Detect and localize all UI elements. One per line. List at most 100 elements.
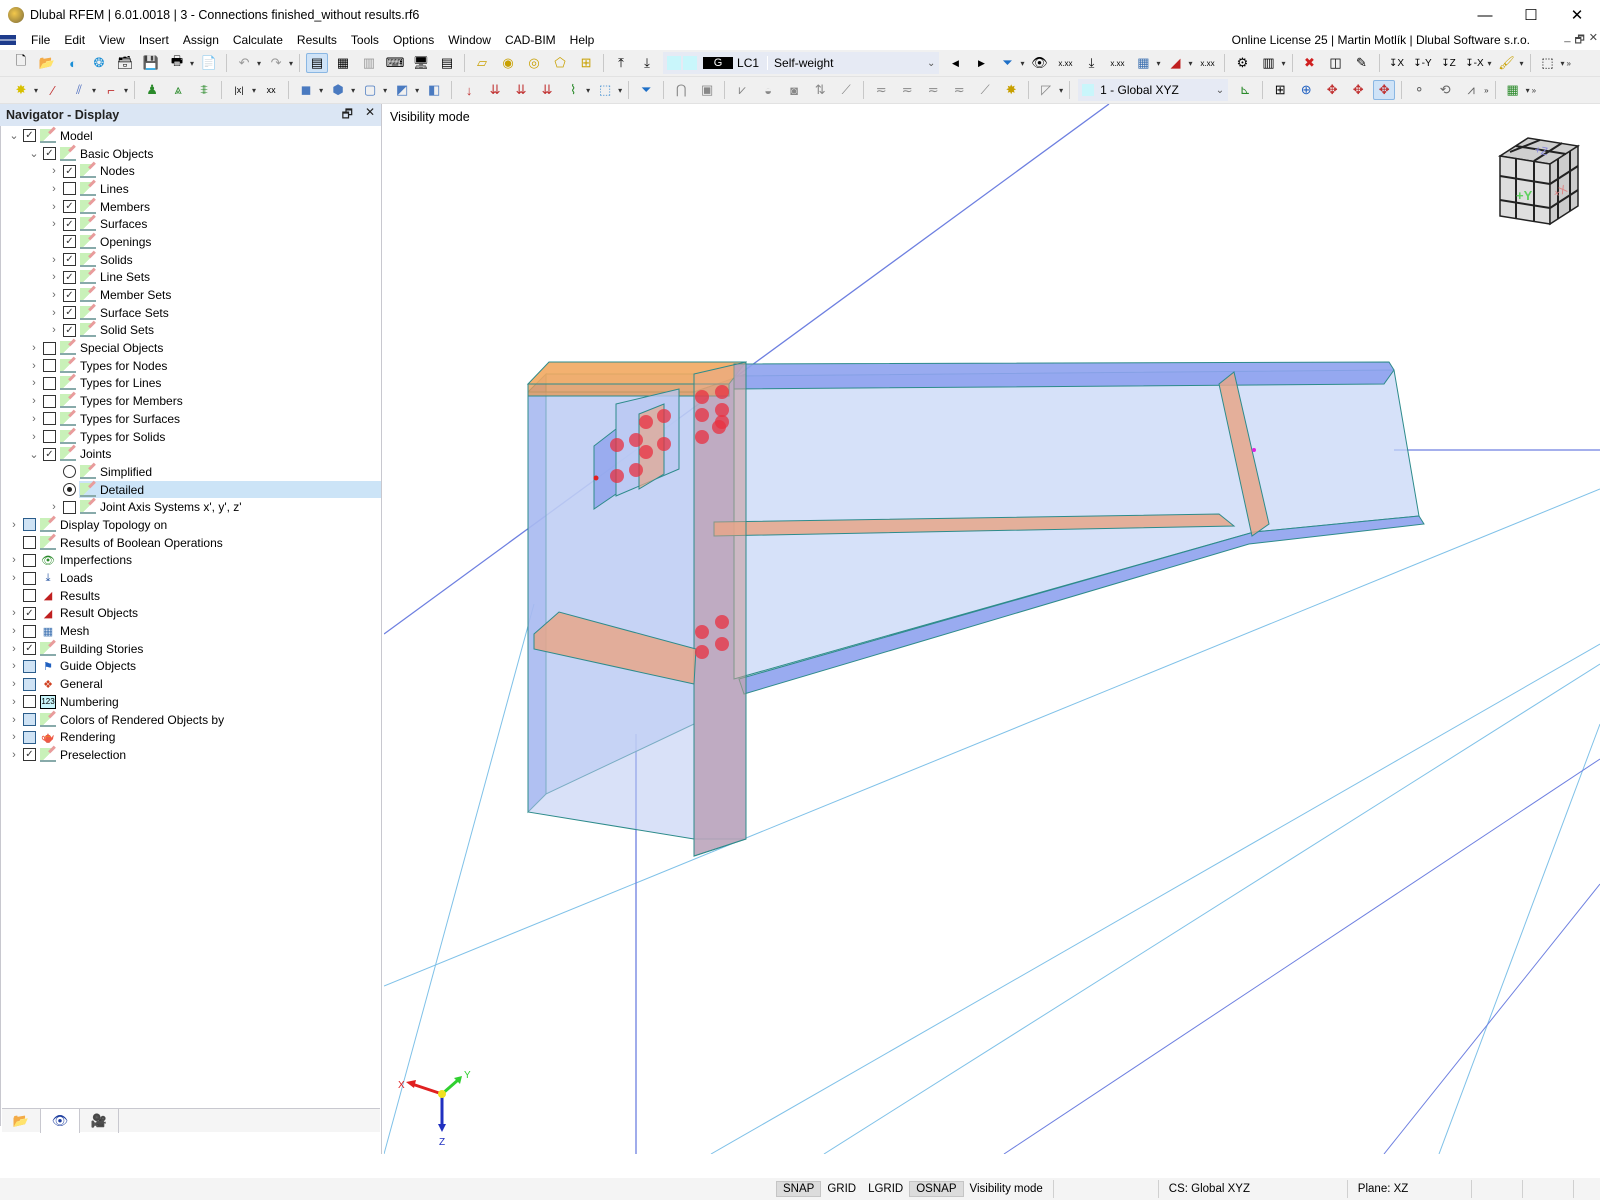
checkbox[interactable] [23, 695, 36, 709]
result-settings-icon[interactable]: ⚙ [1231, 53, 1253, 73]
checkbox[interactable] [23, 713, 36, 727]
toolbar-overflow-icon[interactable]: » [1484, 86, 1488, 95]
menu-options[interactable]: Options [386, 33, 441, 47]
tree-item[interactable]: › ✓ Building Stories [1, 640, 381, 658]
select-polygon-icon[interactable]: ⬠ [549, 53, 571, 73]
tree-item[interactable]: › ⚑ Guide Objects [1, 658, 381, 676]
imperfection-icon[interactable]: ⌇ [562, 80, 584, 100]
checkbox[interactable] [43, 394, 56, 408]
navigator-float-button[interactable]: 🗗 [342, 105, 353, 126]
checkbox[interactable] [43, 412, 56, 426]
load-case-selector[interactable]: G LC1 Self-weight ⌄ [663, 52, 940, 74]
rotate-icon[interactable]: ⟲ [1434, 80, 1456, 100]
close-button[interactable]: ✕ [1554, 0, 1600, 30]
imperfection-values-icon[interactable]: x.xx [1054, 53, 1076, 73]
filter-icon[interactable]: ⏷ [635, 80, 657, 100]
work-plane-yz-icon[interactable]: ✥ [1347, 80, 1369, 100]
chevron-right-icon[interactable]: › [27, 377, 41, 389]
checkbox[interactable] [63, 182, 76, 196]
properties-icon[interactable]: ▥ [358, 53, 380, 73]
show-results-icon[interactable]: ◢ [1164, 53, 1186, 73]
new-node-icon[interactable]: ✸ [10, 80, 32, 100]
tree-item[interactable]: › ✓ Preselection [1, 746, 381, 764]
load-wizard-icon[interactable]: ⬚ [594, 80, 616, 100]
tree-item[interactable]: › Joint Axis Systems x', y', z' [1, 498, 381, 516]
chevron-right-icon[interactable]: › [47, 271, 61, 283]
tree-item[interactable]: › ✓ Nodes [1, 162, 381, 180]
3d-viewport[interactable]: Visibility mode +Z +Y +X X Y Z [384, 104, 1600, 1154]
tree-item[interactable]: › 🫖 Rendering [1, 728, 381, 746]
result-diagram-icon[interactable]: ▥ [1257, 53, 1279, 73]
menu-edit[interactable]: Edit [57, 33, 92, 47]
chevron-right-icon[interactable]: › [47, 218, 61, 230]
menu-assign[interactable]: Assign [176, 33, 226, 47]
checkbox[interactable] [43, 430, 56, 444]
select-ring-icon[interactable]: ◎ [523, 53, 545, 73]
select-area-icon[interactable]: ⏥ [471, 53, 493, 73]
new-opening-icon[interactable]: ▢ [359, 80, 381, 100]
load-values-icon[interactable]: x.xx [1106, 53, 1128, 73]
open-model-icon[interactable]: 📂 [36, 53, 58, 73]
work-plane-xy-icon[interactable]: ✥ [1321, 80, 1343, 100]
show-loads-icon[interactable]: ⤓ [1080, 53, 1102, 73]
chevron-down-icon[interactable]: ⌄ [927, 58, 935, 69]
new-surface-icon[interactable]: ◼ [295, 80, 317, 100]
line-support-icon[interactable]: ⩓ [167, 80, 189, 100]
checkbox[interactable] [23, 589, 36, 603]
nodal-support-icon[interactable]: ♟ [141, 80, 163, 100]
result-diagram-4-icon[interactable]: ≂ [948, 80, 970, 100]
checkbox[interactable] [63, 500, 76, 514]
toolbar-overflow-icon-2[interactable]: » [1532, 86, 1536, 95]
menu-tools[interactable]: Tools [344, 33, 386, 47]
solid-results-icon[interactable]: ◙ [783, 80, 805, 100]
tree-item[interactable]: › ✓ ◢ Result Objects [1, 605, 381, 623]
checkbox[interactable]: ✓ [43, 447, 56, 461]
delete-results-icon[interactable]: ✖ [1299, 53, 1321, 73]
menu-calculate[interactable]: Calculate [226, 33, 290, 47]
model-manager-icon[interactable]: 🗃 [114, 53, 136, 73]
lgrid-toggle[interactable]: LGRID [862, 1182, 909, 1196]
work-plane-xz-icon[interactable]: ✥ [1373, 80, 1396, 100]
tree-item[interactable]: › 123 Numbering [1, 693, 381, 711]
webservice-icon[interactable]: ❂ [88, 53, 110, 73]
new-section-icon[interactable]: ◩ [391, 80, 413, 100]
select-toggle-icon[interactable]: ⊞ [575, 53, 597, 73]
chevron-right-icon[interactable]: › [47, 254, 61, 266]
member-load-icon[interactable]: ⇊ [484, 80, 506, 100]
view-z-icon[interactable]: ↧Z [1438, 53, 1460, 73]
new-solid-icon[interactable]: ⬢ [327, 80, 349, 100]
chevron-down-icon[interactable]: ⌄ [27, 448, 41, 461]
chevron-right-icon[interactable]: › [47, 324, 61, 336]
checkbox[interactable]: ✓ [23, 642, 36, 656]
menu-results[interactable]: Results [290, 33, 344, 47]
animation-icon[interactable]: ▣ [696, 80, 718, 100]
chevron-right-icon[interactable]: › [7, 554, 21, 566]
navigator-close-button[interactable]: ✕ [365, 105, 375, 126]
checkbox[interactable]: ✓ [63, 164, 76, 178]
tree-item[interactable]: › 👁 Imperfections [1, 552, 381, 570]
menu-help[interactable]: Help [563, 33, 602, 47]
checkbox[interactable]: ✓ [63, 217, 76, 231]
mirror-icon[interactable]: ⩘ [1460, 80, 1482, 100]
tree-item[interactable]: › ❖ General [1, 675, 381, 693]
chevron-right-icon[interactable]: › [47, 183, 61, 195]
snap-point-icon[interactable]: ⊕ [1295, 80, 1317, 100]
filter-off-icon[interactable]: ⏷ [996, 53, 1018, 73]
deformation-icon[interactable]: ⩗ [731, 80, 753, 100]
tree-item[interactable]: › ✓ Member Sets [1, 286, 381, 304]
chevron-right-icon[interactable]: › [27, 395, 41, 407]
select-circle-icon[interactable]: ◉ [497, 53, 519, 73]
chevron-right-icon[interactable]: › [7, 749, 21, 761]
mdi-close-button[interactable]: ✕ [1589, 31, 1598, 50]
checkbox[interactable]: ✓ [63, 306, 76, 320]
surface-load-icon[interactable]: ⇊ [536, 80, 558, 100]
tree-item[interactable]: › Types for Nodes [1, 357, 381, 375]
chevron-right-icon[interactable]: › [27, 431, 41, 443]
tree-item[interactable]: Results of Boolean Operations [1, 534, 381, 552]
script-icon[interactable]: 🖥 [410, 53, 432, 73]
model-scene[interactable] [384, 104, 1600, 1154]
checkbox[interactable]: ✓ [23, 129, 36, 143]
app-menu-icon[interactable] [0, 35, 16, 45]
chevron-right-icon[interactable]: › [7, 572, 21, 584]
view-cube[interactable]: +Z +Y +X [1486, 128, 1586, 228]
